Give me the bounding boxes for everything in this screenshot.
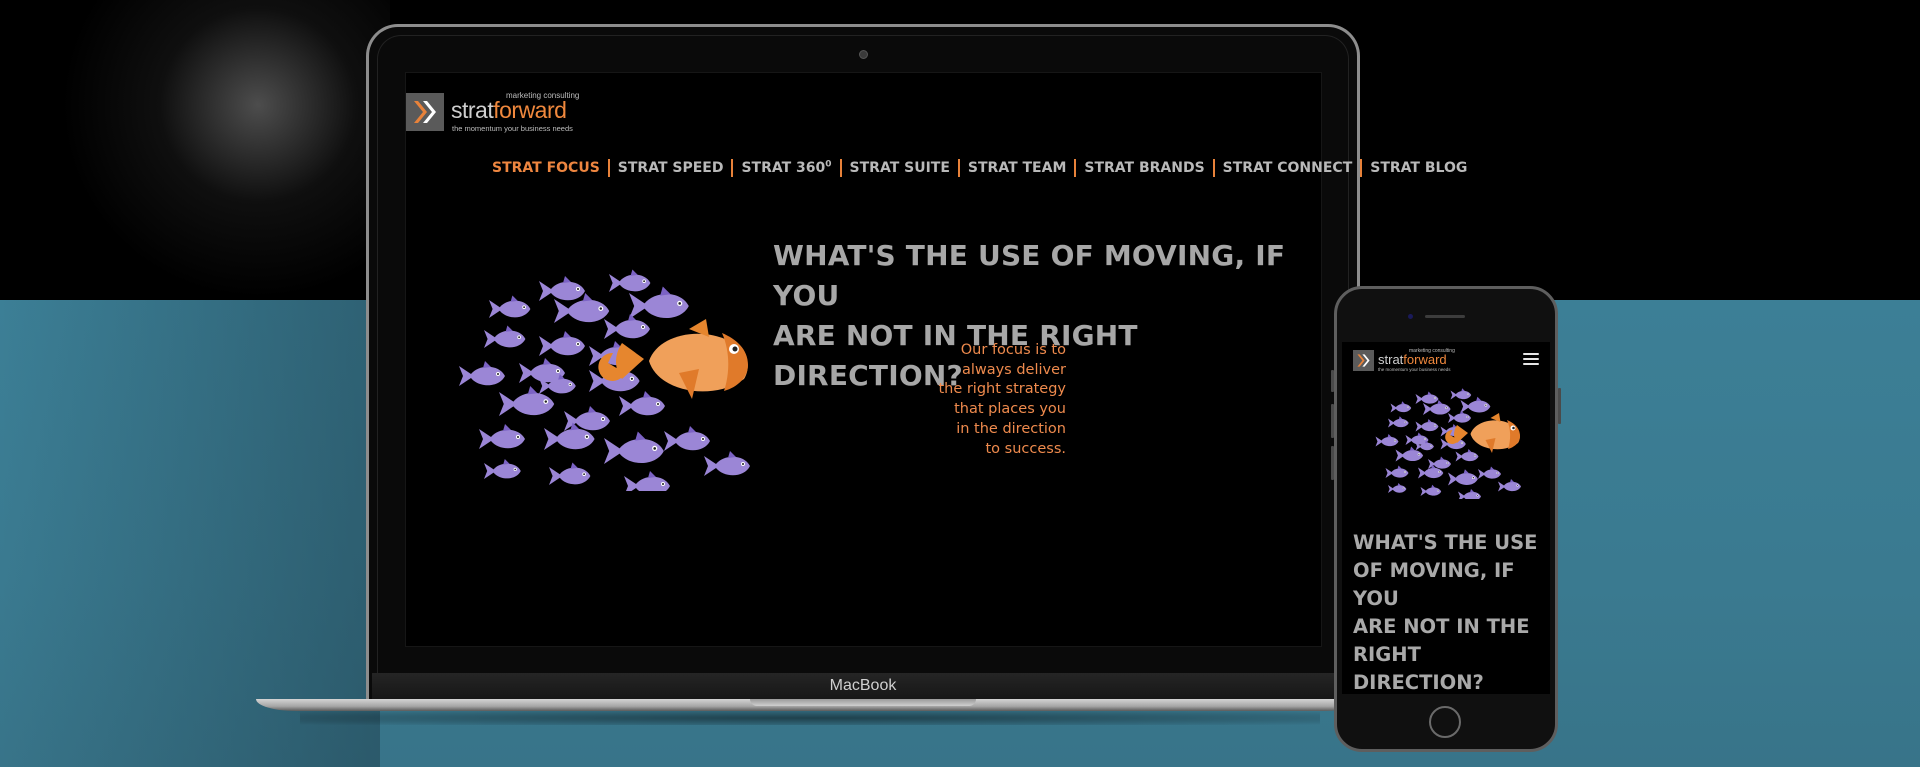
chevron-arrows-icon	[1353, 350, 1374, 371]
fish-shape	[604, 431, 664, 464]
hamburger-icon[interactable]	[1523, 353, 1539, 366]
fish-shape	[549, 462, 591, 485]
chevron-arrows-icon	[406, 93, 444, 131]
fish-shape	[539, 276, 585, 301]
fish-shape	[479, 424, 525, 449]
fish-shape	[539, 331, 585, 356]
fish-shape	[1388, 416, 1409, 428]
fish-shape	[1375, 434, 1399, 447]
fish-shape	[629, 286, 689, 319]
fish-shape	[624, 471, 670, 491]
phone-power-button	[1558, 388, 1561, 424]
fish-shape	[664, 426, 710, 451]
fish-shape	[1385, 465, 1409, 478]
hero-focus-text: Our focus is to always deliver the right…	[938, 342, 1066, 457]
fish-shape	[1390, 401, 1412, 413]
laptop-hinge-notch	[750, 699, 976, 706]
phone-side-button	[1331, 370, 1334, 392]
logo-wordmark: stratforward	[1378, 352, 1447, 367]
nav-item-strat-360[interactable]: STRAT 3600	[731, 159, 839, 177]
fish-shape	[484, 325, 526, 348]
backdrop-light-glow	[60, 0, 390, 300]
mobile-hero-headline: WHAT'S THE USE OF MOVING, IF YOU ARE NOT…	[1353, 531, 1538, 694]
phone-volume-up	[1331, 404, 1334, 438]
phone-screen: marketing consulting stratforward the mo…	[1342, 342, 1550, 694]
fish-shape	[1415, 419, 1439, 432]
fish-shape	[564, 406, 610, 431]
fish-shape	[1415, 391, 1439, 404]
fish-shape	[484, 459, 521, 479]
laptop-shadow	[300, 711, 1320, 725]
fish-shape	[1460, 396, 1491, 413]
site-logo[interactable]: marketing consulting stratforward the mo…	[406, 91, 606, 135]
fish-shape	[1428, 456, 1451, 469]
nav-item-strat-speed[interactable]: STRAT SPEED	[607, 159, 732, 177]
backdrop-shadow	[0, 300, 380, 767]
fish-shape	[1448, 410, 1471, 423]
fish-school-illustration	[459, 269, 750, 491]
main-nav: STRAT FOCUS STRAT SPEED STRAT 3600 STRAT…	[492, 159, 1475, 177]
fish-shape	[489, 295, 531, 318]
fish-shape	[1388, 483, 1407, 493]
nav-item-strat-suite[interactable]: STRAT SUITE	[839, 159, 958, 177]
phone-speaker	[1425, 315, 1465, 318]
nav-item-strat-blog[interactable]: STRAT BLOG	[1360, 159, 1475, 177]
logo-wordmark: stratforward	[451, 97, 567, 123]
fish-shape	[1478, 466, 1501, 479]
fish-shape	[609, 269, 651, 292]
fish-shape	[1420, 484, 1442, 496]
laptop-screen: marketing consulting stratforward the mo…	[405, 72, 1467, 647]
fish-shape	[604, 314, 650, 339]
fish-shape	[1395, 446, 1424, 462]
nav-item-strat-brands[interactable]: STRAT BRANDS	[1074, 159, 1212, 177]
fish-shape	[459, 361, 505, 386]
nav-item-strat-focus[interactable]: STRAT FOCUS	[492, 159, 608, 177]
fish-shape	[1458, 489, 1481, 499]
mobile-site-logo[interactable]: marketing consulting stratforward the mo…	[1353, 348, 1463, 373]
fish-shape	[619, 391, 665, 416]
logo-tagline-bottom: the momentum your business needs	[1378, 367, 1451, 372]
mobile-fish-illustration	[1375, 388, 1521, 499]
logo-tagline-bottom: the momentum your business needs	[452, 124, 573, 133]
laptop-camera	[859, 50, 868, 59]
phone-camera	[1408, 314, 1413, 319]
phone-volume-down	[1331, 446, 1334, 480]
fish-shape	[499, 386, 555, 416]
nav-item-strat-connect[interactable]: STRAT CONNECT	[1212, 159, 1361, 177]
fish-shape	[1498, 479, 1521, 492]
nav-item-strat-team[interactable]: STRAT TEAM	[957, 159, 1074, 177]
laptop-label: MacBook	[829, 677, 897, 694]
phone-home-button[interactable]	[1429, 706, 1461, 738]
fish-shape	[1450, 388, 1472, 400]
fish-shape	[1448, 469, 1478, 486]
fish-shape	[1455, 449, 1479, 462]
fish-shape	[704, 451, 750, 476]
